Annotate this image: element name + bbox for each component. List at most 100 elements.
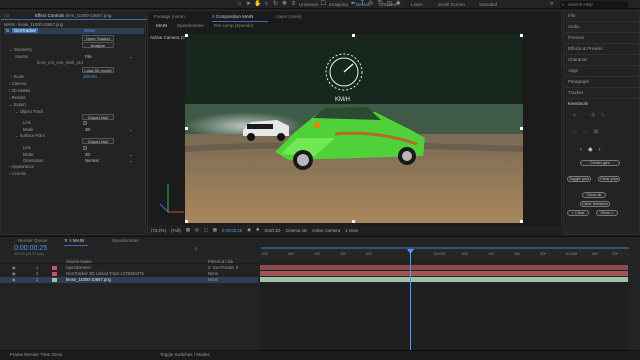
toggle-switches-modes[interactable]: Toggle Switches / Modes bbox=[160, 352, 210, 357]
layer-name[interactable]: Speedometer bbox=[66, 265, 91, 270]
panel-audio[interactable]: Audio bbox=[568, 24, 580, 29]
rotate-icon[interactable]: ↻ bbox=[601, 112, 606, 119]
snapshot-icon[interactable]: ◉ bbox=[247, 227, 251, 233]
label-color-icon[interactable] bbox=[52, 272, 57, 276]
load-3d-model-button[interactable]: Load 3D model bbox=[82, 67, 114, 73]
effect-name[interactable]: GeoTracker bbox=[12, 28, 38, 33]
search-help-input[interactable]: ⌕ Search Help bbox=[560, 1, 628, 8]
export-null-button[interactable]: Export Null bbox=[82, 114, 114, 120]
label-color-icon[interactable] bbox=[52, 266, 57, 270]
panel-keentools[interactable]: Keentools bbox=[568, 101, 588, 106]
panel-effects-presets[interactable]: Effects & Presets bbox=[568, 46, 602, 51]
label-color-icon[interactable] bbox=[52, 278, 57, 282]
mode-chevron-icon-2[interactable]: ⌄ bbox=[129, 152, 133, 157]
renderer-label[interactable]: Draft 3D bbox=[264, 228, 280, 233]
export-null-button-2[interactable]: Export Null bbox=[82, 138, 114, 144]
workspace-small-screen[interactable]: Small Screen bbox=[438, 2, 465, 7]
results-group[interactable]: › Results bbox=[9, 95, 26, 100]
subtab-speedometer[interactable]: Speedometer bbox=[177, 23, 204, 28]
zoom-tool-icon[interactable]: ⌕ bbox=[263, 1, 270, 8]
workspace-default[interactable]: Default bbox=[356, 2, 370, 7]
keyframe-diamond-icon[interactable]: ◆ bbox=[588, 146, 593, 153]
zoom-dropdown[interactable]: (76.2%) bbox=[151, 228, 166, 233]
lock-icon[interactable]: ▣ bbox=[593, 128, 599, 135]
fx-toggle-icon[interactable]: fx bbox=[6, 28, 9, 33]
layer-parent[interactable]: None bbox=[208, 277, 218, 282]
layer-track-geotracker[interactable] bbox=[260, 271, 628, 276]
hand-tool-icon[interactable]: ✋ bbox=[254, 1, 261, 8]
clear-all-button[interactable]: Clear all bbox=[582, 192, 606, 198]
panel-info[interactable]: Info bbox=[568, 13, 576, 18]
col-source-name[interactable]: Source Name bbox=[66, 259, 92, 264]
dolly-tool-icon[interactable]: ⇕ bbox=[290, 1, 297, 8]
subtab-precomp[interactable]: Pre-comp (Speedo) bbox=[214, 23, 253, 28]
playhead[interactable] bbox=[410, 249, 411, 350]
appearance-group[interactable]: › Appearance bbox=[9, 164, 34, 169]
pan-tool-icon[interactable]: ✥ bbox=[281, 1, 288, 8]
toggle-pins-button[interactable]: Toggle pins bbox=[567, 176, 591, 182]
view-dropdown[interactable]: Active Camera bbox=[312, 228, 340, 233]
tab-render-queue[interactable]: Render Queue bbox=[18, 238, 48, 243]
clear-left-button[interactable]: < Clear bbox=[567, 210, 589, 216]
channel-icon[interactable]: ✚ bbox=[256, 227, 260, 233]
mode-dropdown[interactable]: 3D bbox=[85, 127, 90, 132]
mask-icon[interactable]: ◎ bbox=[195, 227, 199, 233]
subtab-main[interactable]: MAIN bbox=[156, 23, 167, 28]
object-track-group[interactable]: ⌄ Object Track bbox=[15, 109, 43, 114]
mode-chevron-icon[interactable]: ⌄ bbox=[129, 127, 133, 132]
universal-label[interactable]: Universal bbox=[299, 2, 318, 7]
transparency-icon[interactable]: ▩ bbox=[213, 227, 217, 233]
surface-point-group[interactable]: ⌄ Surface Point bbox=[15, 133, 45, 138]
workspace-menu-icon[interactable]: » bbox=[548, 1, 555, 8]
geo-icon[interactable]: ◇ bbox=[572, 128, 577, 135]
project-tab-stub[interactable]: rol bbox=[4, 13, 9, 18]
reset-link[interactable]: Reset bbox=[84, 28, 95, 33]
tab-timeline-speedometer[interactable]: Speedometer bbox=[112, 238, 139, 243]
next-keyframe-icon[interactable]: › bbox=[599, 147, 601, 153]
layer-track-footage[interactable] bbox=[260, 277, 628, 282]
timeline-search-icon[interactable]: ⌕ bbox=[195, 246, 198, 252]
mode-dropdown-2[interactable]: 3D bbox=[85, 152, 90, 157]
license-group[interactable]: › License bbox=[9, 171, 26, 176]
effect-row-selected[interactable]: fx GeoTracker Reset bbox=[4, 28, 144, 34]
panel-align[interactable]: Align bbox=[568, 68, 578, 73]
layer-track-speedometer[interactable] bbox=[260, 265, 628, 270]
resolution-dropdown[interactable]: (Full) bbox=[171, 228, 181, 233]
scale-value[interactable]: 100.0% bbox=[83, 74, 97, 79]
move-icon[interactable]: ✥ bbox=[591, 112, 596, 119]
layer-name[interactable]: lense_11000-10667.png bbox=[66, 277, 111, 282]
panel-tracker[interactable]: Tracker bbox=[568, 90, 583, 95]
pin-mode-icon[interactable]: ✦ bbox=[572, 112, 577, 119]
workspace-learn[interactable]: Learn bbox=[411, 2, 423, 7]
visibility-eye-icon[interactable]: ◉ bbox=[12, 265, 16, 270]
tab-footage[interactable]: Footage (none) bbox=[154, 14, 185, 19]
timeline-timecode[interactable]: 0:00:00:25 bbox=[14, 245, 47, 252]
camera-group[interactable]: › Camera bbox=[9, 81, 26, 86]
tab-timeline-main[interactable]: ✕ ≡ MAIN bbox=[64, 238, 84, 244]
analyze-button[interactable]: Analyze bbox=[82, 42, 114, 48]
panel-character[interactable]: Character bbox=[568, 57, 588, 62]
lasso-icon[interactable]: ◌ bbox=[582, 113, 586, 119]
workspace-review[interactable]: Review bbox=[382, 2, 397, 7]
renderer2-dropdown[interactable]: Cinema 4D bbox=[285, 228, 307, 233]
visibility-eye-icon[interactable]: ◉ bbox=[12, 271, 16, 276]
snapping-label[interactable]: Snapping bbox=[329, 2, 348, 7]
col-parent[interactable]: Parent & Link bbox=[208, 259, 233, 264]
clear-right-button[interactable]: Clear > bbox=[596, 210, 618, 216]
tab-composition[interactable]: ≡ Composition MAIN bbox=[212, 14, 253, 19]
work-area-bar[interactable] bbox=[261, 247, 629, 249]
orientation-chevron-icon[interactable]: ⌄ bbox=[129, 158, 133, 163]
layer-parent[interactable]: 2. GeoTracker 3 bbox=[208, 265, 238, 270]
source-dropdown[interactable]: File bbox=[85, 54, 92, 59]
layer-parent[interactable]: None bbox=[208, 271, 218, 276]
panel-paragraph[interactable]: Paragraph bbox=[568, 79, 589, 84]
layer-name[interactable]: GeoTracker 3D Linked Track 1279420375 bbox=[66, 271, 144, 276]
layer-row-selected[interactable]: ◉ 3 lense_11000-10667.png None bbox=[0, 277, 258, 283]
source-chevron-icon[interactable]: ⌄ bbox=[129, 54, 133, 59]
clear-between-button[interactable]: Clear between bbox=[580, 201, 610, 207]
center-geo-button[interactable]: Center geo bbox=[580, 160, 620, 166]
grid-icon[interactable]: ▦ bbox=[186, 227, 190, 233]
geometry-group[interactable]: ⌄ Geometry bbox=[9, 47, 32, 52]
home-icon[interactable]: ⌂ bbox=[236, 1, 243, 8]
region-icon[interactable]: ▢ bbox=[204, 227, 208, 233]
